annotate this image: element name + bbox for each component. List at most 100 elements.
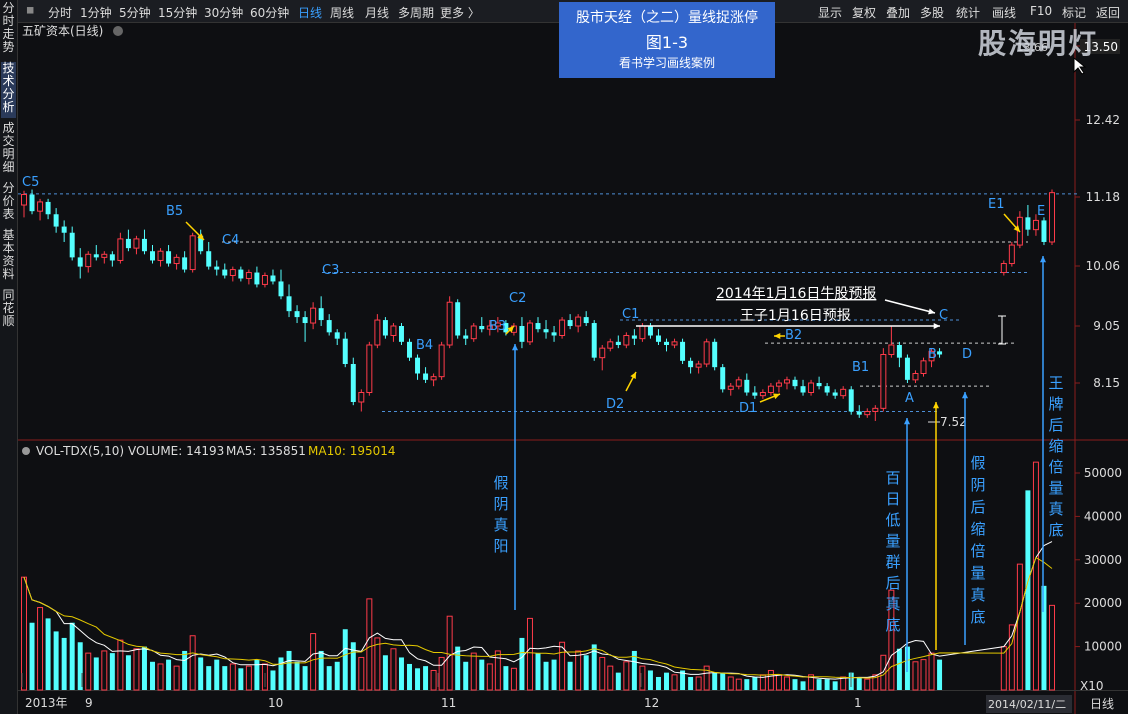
candle-body-11 (109, 254, 115, 261)
volume-bar-28 (245, 665, 252, 691)
vtext-jiayin-zhenyang-char-0: 假 (493, 474, 508, 492)
candle-body-21 (189, 235, 196, 271)
candle-body-93 (767, 385, 774, 393)
anno-c1: C1 (622, 307, 639, 322)
forecast-text-1: 2014年1月16日牛股预报 (716, 286, 876, 302)
candle-body-6 (69, 232, 75, 258)
side-tab-4[interactable]: 基本资料 (1, 229, 16, 285)
candle-body-66 (551, 332, 557, 336)
volume-bar-3 (45, 618, 51, 690)
period-tab-10[interactable]: 更多 〉 (440, 4, 480, 21)
candle-body-79 (655, 335, 661, 342)
tool-button-4[interactable]: 统计 (956, 4, 980, 21)
anno-c: C (939, 308, 948, 323)
arrow-b2-head (774, 332, 781, 340)
tool-button-3[interactable]: 多股 (920, 4, 944, 21)
vtext-wangpai-suobei-char-4: 倍 (1048, 458, 1063, 476)
kline-chart[interactable]: 8.159.0510.0611.1812.4213.5013.661000020… (18, 23, 1128, 714)
candle-body-27 (238, 269, 244, 279)
period-tab-5[interactable]: 60分钟 (250, 4, 289, 21)
side-tab-1[interactable]: 技术分析 (1, 62, 16, 118)
candle-body-16 (150, 251, 155, 261)
candle-body-5 (61, 226, 67, 233)
candle-body-31 (270, 275, 276, 282)
volume-bar-87 (720, 672, 726, 690)
low-value-label: 7.52 (940, 415, 967, 429)
tool-button-7[interactable]: 标记 (1062, 4, 1086, 21)
arrow-e-volume-head (1039, 256, 1047, 263)
volume-bar-91 (752, 676, 758, 690)
vol-indicator-ma10: MA10: 195014 (308, 444, 396, 458)
candle-body-40 (342, 338, 348, 364)
side-tab-2[interactable]: 成交明细 (1, 122, 16, 178)
x-axis-label-0: 2013年 (25, 696, 68, 710)
tool-button-6[interactable]: F10 (1030, 4, 1052, 18)
candle-body-7 (77, 257, 83, 267)
side-tab-3[interactable]: 分价表 (1, 182, 16, 225)
candle-body-36 (310, 307, 317, 324)
period-tab-0[interactable]: 分时 (48, 4, 72, 21)
candle-body-89 (735, 379, 742, 387)
volume-bar-88 (727, 676, 734, 691)
volume-bar-62 (519, 637, 525, 690)
candle-body-95 (783, 379, 790, 384)
candle-body-54 (455, 302, 461, 336)
volume-bar-95 (783, 676, 790, 691)
volume-bar-89 (735, 678, 742, 691)
candle-body-101 (832, 392, 838, 396)
period-tab-1[interactable]: 1分钟 (80, 4, 112, 21)
watermark-text: 股海明灯 (978, 27, 1099, 60)
price-tick-label-3: 11.18 (1086, 190, 1120, 204)
candle-body-122 (1000, 263, 1007, 274)
period-tab-4[interactable]: 30分钟 (204, 4, 243, 21)
side-tab-0[interactable]: 分时走势 (1, 2, 16, 58)
vol-indicator-volume: VOLUME: 14193 (128, 444, 224, 458)
tool-button-8[interactable]: 返回 (1096, 4, 1120, 21)
candle-body-0 (21, 194, 27, 206)
period-tab-2[interactable]: 5分钟 (119, 4, 151, 21)
side-tab-5[interactable]: 同花顺 (1, 289, 16, 332)
volume-bar-45 (382, 655, 388, 690)
x-axis-label-2: 10 (268, 696, 283, 710)
candle-body-82 (680, 341, 686, 361)
volume-bar-86 (712, 672, 718, 690)
grid-icon[interactable]: ◼ (26, 5, 34, 16)
chart-area: 8.159.0510.0611.1812.4213.5013.661000020… (18, 23, 1128, 714)
candle-body-3 (45, 201, 51, 215)
tool-button-2[interactable]: 叠加 (886, 4, 910, 21)
period-tab-8[interactable]: 月线 (365, 4, 389, 21)
period-tab-7[interactable]: 周线 (330, 4, 354, 21)
volume-bar-59 (494, 650, 501, 691)
volume-bar-56 (470, 652, 477, 691)
vtext-jiayin-suobei-char-4: 倍 (970, 542, 985, 560)
tool-button-1[interactable]: 复权 (852, 4, 876, 21)
vtext-wangpai-suobei-char-0: 王 (1048, 374, 1063, 392)
volume-bar-42 (358, 656, 365, 691)
candle-body-78 (647, 326, 653, 336)
arrow-d-volume-head (961, 392, 969, 399)
candle-body-17 (157, 250, 164, 261)
anno-b3: B3 (489, 319, 506, 334)
candle-body-91 (752, 392, 758, 396)
vtext-jiayin-suobei-char-7: 底 (970, 608, 985, 626)
candle-body-114 (937, 351, 943, 355)
candle-body-67 (559, 319, 566, 337)
period-tab-3[interactable]: 15分钟 (158, 4, 197, 21)
candle-body-94 (775, 382, 782, 387)
tool-button-5[interactable]: 画线 (992, 4, 1016, 21)
period-tab-6[interactable]: 日线 (298, 4, 322, 21)
candle-body-18 (166, 251, 172, 264)
volume-bar-10 (101, 650, 108, 691)
period-tab-9[interactable]: 多周期 (398, 4, 434, 21)
vtext-jiayin-suobei-char-0: 假 (970, 454, 985, 472)
candle-body-32 (278, 281, 284, 297)
volume-bar-54 (455, 646, 461, 690)
volume-bar-15 (141, 646, 147, 690)
volume-bar-33 (286, 650, 292, 690)
candle-body-45 (382, 320, 388, 336)
vtext-bairi-dizhen-char-1: 日 (885, 490, 900, 508)
candle-body-80 (664, 341, 669, 345)
tool-button-0[interactable]: 显示 (818, 4, 842, 21)
vtext-bairi-dizhen-char-2: 低 (885, 511, 900, 529)
date-readout: 2014/02/11/二 (988, 698, 1066, 711)
